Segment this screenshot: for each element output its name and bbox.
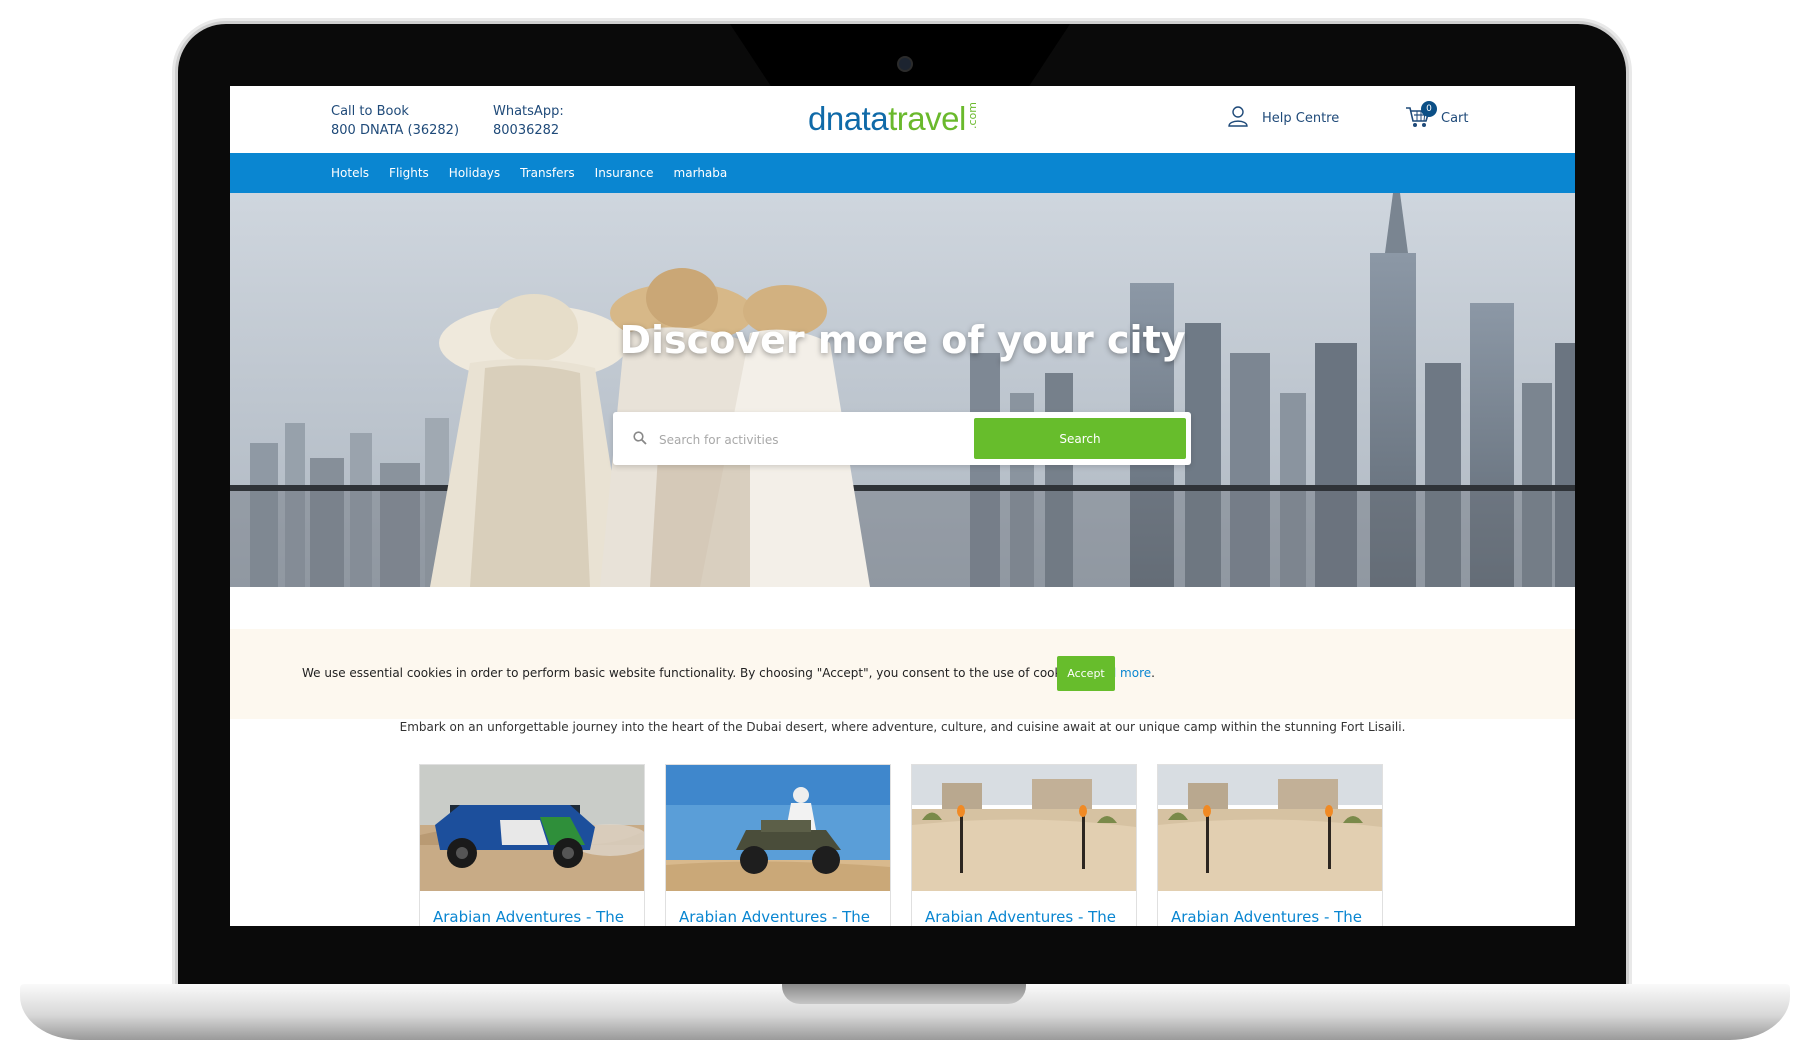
dune-buggy-image <box>420 765 644 891</box>
card-title[interactable]: Arabian Adventures - The <box>679 908 870 926</box>
cookie-banner: We use essential cookies in order to per… <box>230 629 1575 719</box>
search-button[interactable]: Search <box>974 418 1186 459</box>
dnatatravel-logo[interactable]: dnata travel .com <box>808 101 979 137</box>
cart-link[interactable]: 0 Cart <box>1405 101 1469 133</box>
laptop-base-notch <box>782 984 1026 1004</box>
whatsapp-label: WhatsApp: <box>493 104 564 119</box>
intro-text: Embark on an unforgettable journey into … <box>399 720 1406 734</box>
activity-card[interactable]: Arabian Adventures - The <box>665 764 891 926</box>
activity-search-input[interactable] <box>657 424 961 456</box>
cart-icon <box>1405 107 1431 133</box>
nav-item-insurance[interactable]: Insurance <box>595 166 654 180</box>
cookie-period: . <box>1151 666 1155 680</box>
nav-item-flights[interactable]: Flights <box>389 166 429 180</box>
activity-card[interactable]: Arabian Adventures - The <box>1157 764 1383 926</box>
logo-dnata: dnata <box>808 100 889 137</box>
nav-item-transfers[interactable]: Transfers <box>520 166 575 180</box>
whatsapp-number[interactable]: 80036282 <box>493 121 564 140</box>
whatsapp-contact[interactable]: WhatsApp: 80036282 <box>493 102 564 140</box>
user-icon <box>1228 105 1262 131</box>
cookie-text: We use essential cookies in order to per… <box>302 666 1083 680</box>
cart-count-badge: 0 <box>1421 101 1437 117</box>
card-title[interactable]: Arabian Adventures - The <box>433 908 624 926</box>
cart-label: Cart <box>1441 110 1469 126</box>
hero-title: Discover more of your city <box>619 318 1186 362</box>
activity-card[interactable]: Arabian Adventures - The <box>911 764 1137 926</box>
nav-item-holidays[interactable]: Holidays <box>449 166 500 180</box>
site-header: Call to Book 800 DNATA (36282) WhatsApp:… <box>230 86 1575 153</box>
card-title[interactable]: Arabian Adventures - The <box>925 908 1116 926</box>
laptop-notch <box>730 24 1070 86</box>
call-to-book[interactable]: Call to Book 800 DNATA (36282) <box>331 102 459 140</box>
nav-item-marhaba[interactable]: marhaba <box>674 166 728 180</box>
logo-com: .com <box>965 102 979 130</box>
nav-item-hotels[interactable]: Hotels <box>331 166 369 180</box>
activity-card[interactable]: Arabian Adventures - The <box>419 764 645 926</box>
activity-search-box: Search <box>613 412 1191 465</box>
call-number[interactable]: 800 DNATA (36282) <box>331 121 459 140</box>
hero-skyline-image <box>230 193 1575 587</box>
desert-camp-image <box>912 765 1136 891</box>
hero-banner: Discover more of your city Search <box>230 193 1575 587</box>
desert-camp-image <box>1158 765 1382 891</box>
accept-cookies-button[interactable]: Accept <box>1057 656 1115 691</box>
card-title[interactable]: Arabian Adventures - The <box>1171 908 1362 926</box>
cookie-message: We use essential cookies in order to per… <box>302 666 1155 680</box>
browser-screen: Call to Book 800 DNATA (36282) WhatsApp:… <box>230 86 1575 926</box>
call-label: Call to Book <box>331 104 409 119</box>
quad-bike-image <box>666 765 890 891</box>
camera-icon <box>897 56 913 72</box>
help-centre-link[interactable]: Help Centre <box>1228 105 1339 131</box>
help-centre-label: Help Centre <box>1262 110 1340 126</box>
logo-travel: travel <box>888 100 966 137</box>
main-nav: Hotels Flights Holidays Transfers Insura… <box>230 153 1575 193</box>
